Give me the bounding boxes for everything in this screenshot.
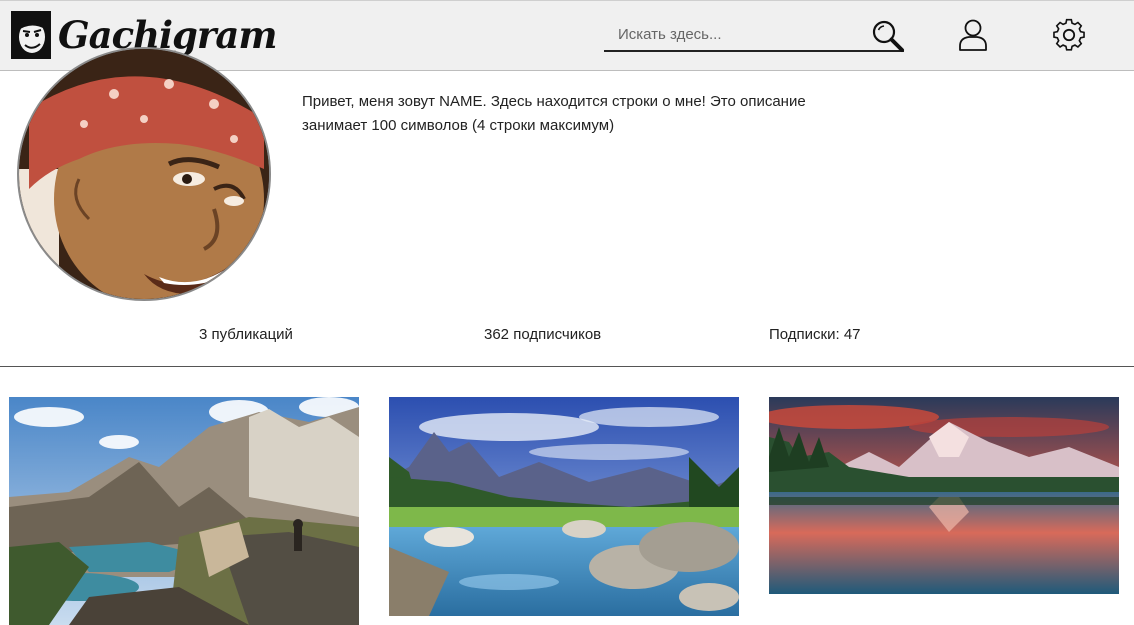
gallery-photo-sunset-reflection[interactable] bbox=[769, 397, 1119, 594]
search-input[interactable] bbox=[604, 18, 904, 52]
profile-avatar[interactable] bbox=[17, 47, 271, 301]
gear-icon[interactable] bbox=[1049, 15, 1089, 55]
posts-count[interactable]: 3 публикаций bbox=[199, 326, 293, 343]
followers-count[interactable]: 362 подписчиков bbox=[484, 326, 601, 343]
following-count[interactable]: Подписки: 47 bbox=[769, 326, 861, 343]
user-icon[interactable] bbox=[953, 15, 993, 55]
logo-icon[interactable] bbox=[11, 11, 51, 59]
profile-bio: Привет, меня зовут NAME. Здесь находится… bbox=[302, 93, 806, 134]
profile-divider bbox=[0, 366, 1134, 367]
gallery-photo-mountain-lake[interactable] bbox=[9, 397, 359, 625]
search-icon[interactable] bbox=[868, 16, 908, 56]
gallery-photo-alpine-stream[interactable] bbox=[389, 397, 739, 616]
